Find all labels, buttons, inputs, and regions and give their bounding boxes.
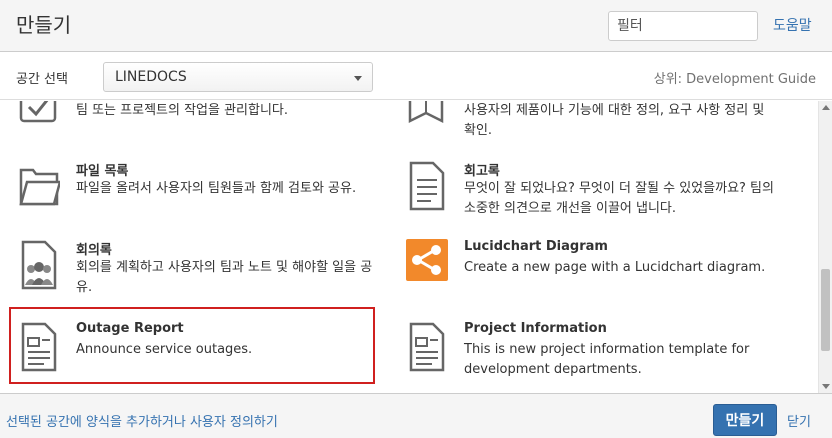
- customize-templates-link[interactable]: 선택된 공간에 양식을 추가하거나 사용자 정의하기: [6, 411, 278, 430]
- template-desc: 사용자의 제품이나 기능에 대한 정의, 요구 사항 정리 및 확인.: [464, 103, 765, 138]
- meeting-notes-icon: [21, 240, 57, 290]
- folder-icon: [19, 168, 60, 206]
- page-template-icon: [409, 322, 445, 372]
- template-desc: 무엇이 잘 되었나요? 무엇이 더 잘될 수 있었을까요? 팀의 소중한 의견으…: [464, 181, 774, 216]
- template-name: 파일 목록: [76, 164, 129, 179]
- lucidchart-share-icon: [406, 239, 448, 281]
- space-select-label: 공간 선택: [16, 72, 68, 87]
- space-select[interactable]: LINEDOCS: [103, 62, 373, 92]
- template-name: 회의록: [76, 243, 112, 258]
- requirements-book-icon: [408, 101, 444, 124]
- template-item-file-list[interactable]: 파일 목록 파일을 올려서 사용자의 팀원들과 함께 검토와 공유.: [18, 160, 378, 236]
- template-item-retrospective[interactable]: 회고록 무엇이 잘 되었나요? 무엇이 더 잘될 수 있었을까요? 팀의 소중한…: [406, 160, 776, 236]
- space-select-value: LINEDOCS: [115, 69, 187, 85]
- space-select-row: 공간 선택 LINEDOCS 상위: Development Guide: [0, 52, 832, 100]
- dialog-header: 만들기 도움말: [0, 0, 832, 52]
- template-item-meeting-notes[interactable]: 회의록 회의를 계획하고 사용자의 팀과 노트 및 해야할 일을 공유.: [18, 239, 378, 315]
- retrospective-doc-icon: [409, 161, 445, 211]
- template-desc: This is new project information template…: [464, 342, 750, 377]
- scrollbar-thumb[interactable]: [821, 269, 830, 351]
- scroll-down-icon[interactable]: [822, 384, 830, 389]
- template-item-requirements[interactable]: 사용자의 제품이나 기능에 대한 정의, 요구 사항 정리 및 확인.: [406, 101, 766, 149]
- template-desc: Create a new page with a Lucidchart diag…: [464, 260, 766, 275]
- template-name: 회고록: [464, 164, 500, 179]
- template-desc: 회의를 계획하고 사용자의 팀과 노트 및 해야할 일을 공유.: [76, 260, 373, 295]
- filter-input[interactable]: [608, 11, 758, 41]
- template-name: Lucidchart Diagram: [464, 239, 608, 254]
- selection-highlight: [9, 307, 375, 384]
- parent-page-label: 상위: Development Guide: [653, 72, 816, 87]
- dialog-footer: 선택된 공간에 양식을 추가하거나 사용자 정의하기 만들기 닫기: [0, 393, 832, 438]
- help-link[interactable]: 도움말: [773, 15, 812, 35]
- template-desc: 파일을 올려서 사용자의 팀원들과 함께 검토와 공유.: [76, 181, 357, 196]
- scroll-up-icon[interactable]: [822, 105, 830, 110]
- template-item-project-information[interactable]: Project Information This is new project …: [406, 321, 776, 393]
- create-button[interactable]: 만들기: [713, 404, 777, 436]
- template-item-lucidchart[interactable]: Lucidchart Diagram Create a new page wit…: [406, 239, 776, 315]
- template-desc: 팀 또는 프로젝트의 작업을 관리합니다.: [76, 103, 289, 118]
- task-checkbox-icon: [19, 101, 57, 123]
- template-name: Project Information: [464, 321, 607, 336]
- template-list-scrollbar[interactable]: [818, 101, 832, 393]
- template-item-task-report[interactable]: 팀 또는 프로젝트의 작업을 관리합니다.: [18, 101, 378, 149]
- close-link[interactable]: 닫기: [787, 411, 811, 430]
- chevron-down-icon: [354, 76, 362, 81]
- dialog-title: 만들기: [16, 13, 72, 37]
